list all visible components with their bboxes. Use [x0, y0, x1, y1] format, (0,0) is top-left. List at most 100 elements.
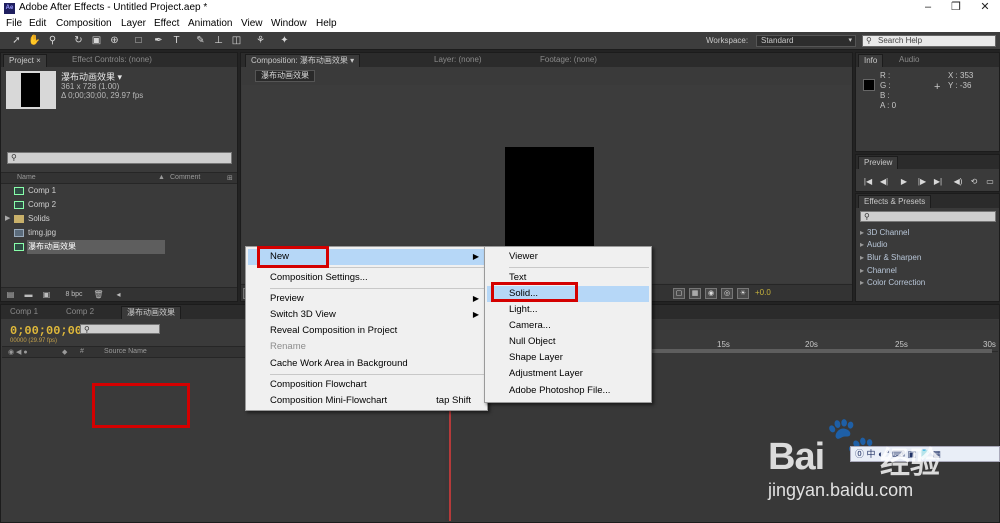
roto-brush-tool-icon[interactable]: ⚘ [254, 35, 267, 47]
ram-preview-icon[interactable]: ▭ [984, 177, 996, 186]
col-name[interactable]: Name [17, 174, 36, 181]
show-snapshot-icon[interactable]: ◎ [721, 288, 733, 299]
tab-layer[interactable]: Layer: (none) [429, 54, 487, 67]
next-frame-icon[interactable]: |▶ [916, 177, 928, 186]
menu-item-shape-layer[interactable]: Shape Layer [487, 350, 649, 366]
comp-navigator-chip[interactable]: 瀑布动画效果 [255, 70, 315, 82]
last-frame-icon[interactable]: ▶| [932, 177, 944, 186]
tab-composition[interactable]: Composition: 瀑布动画效果 ▾ [245, 54, 361, 67]
visibility-icon[interactable]: ◉ ◀ ● [8, 348, 28, 356]
search-help-input[interactable]: ⚲ Search Help [862, 35, 996, 47]
list-item-selected[interactable]: 瀑布动画效果 [1, 240, 237, 254]
menu-item-composition-mini-flowchart[interactable]: Composition Mini-Flowchart tap Shift [248, 393, 485, 409]
tab-active-comp[interactable]: 瀑布动画效果 [121, 306, 181, 319]
transparency-grid-icon[interactable]: ▦ [689, 288, 701, 299]
col-source-name[interactable]: Source Name [104, 348, 147, 355]
list-item[interactable]: timg.jpg [1, 226, 237, 240]
current-time[interactable]: 0;00;00;00 [10, 324, 82, 338]
selection-tool-icon[interactable]: ➚ [10, 35, 23, 47]
menu-composition[interactable]: Composition [56, 18, 112, 29]
loop-icon[interactable]: ⟲ [968, 177, 980, 186]
menu-edit[interactable]: Edit [29, 18, 46, 29]
tab-comp-1[interactable]: Comp 1 [5, 306, 43, 319]
new-folder-icon[interactable]: ▬ [23, 290, 34, 300]
menu-item-camera[interactable]: Camera... [487, 318, 649, 334]
menu-item-composition-flowchart[interactable]: Composition Flowchart [248, 377, 485, 393]
rectangle-tool-icon[interactable]: □ [132, 35, 145, 47]
list-item[interactable]: ▶ Solids [1, 212, 237, 226]
close-icon[interactable]: × [36, 56, 41, 65]
menu-animation[interactable]: Animation [188, 18, 232, 29]
effects-search-input[interactable]: ⚲ [860, 211, 996, 222]
timeline-search-input[interactable]: ⚲ [80, 324, 160, 334]
menu-file[interactable]: File [6, 18, 22, 29]
ruler-tick: 30s [983, 340, 996, 349]
tab-effects-presets[interactable]: Effects & Presets [858, 195, 932, 208]
workspace-select[interactable]: Standard ▾ [756, 35, 856, 47]
menu-item-adjustment-layer[interactable]: Adjustment Layer [487, 366, 649, 382]
tab-info[interactable]: Info [858, 54, 884, 67]
menu-effect[interactable]: Effect [154, 18, 179, 29]
menu-item-composition-settings[interactable]: Composition Settings... [248, 270, 485, 286]
menu-item-switch-3d-view[interactable]: Switch 3D View ▶ [248, 307, 485, 323]
expand-triangle-icon[interactable]: ▶ [5, 212, 10, 226]
menu-item-reveal-composition[interactable]: Reveal Composition in Project [248, 323, 485, 339]
rotate-tool-icon[interactable]: ↻ [72, 35, 85, 47]
first-frame-icon[interactable]: |◀ [862, 177, 874, 186]
effect-category[interactable]: ▸ Audio [860, 240, 887, 249]
col-comment[interactable]: Comment [170, 174, 200, 181]
exposure-value[interactable]: +0.0 [755, 288, 771, 297]
tab-project[interactable]: Project × [3, 54, 47, 67]
exposure-reset-icon[interactable]: ☀ [737, 288, 749, 299]
menu-layer[interactable]: Layer [121, 18, 146, 29]
effect-category[interactable]: ▸ Channel [860, 266, 897, 275]
menu-item-preview[interactable]: Preview ▶ [248, 291, 485, 307]
bpc-toggle[interactable]: 8 bpc [59, 290, 89, 300]
tab-footage[interactable]: Footage: (none) [535, 54, 602, 67]
menu-item-photoshop-file[interactable]: Adobe Photoshop File... [487, 383, 649, 399]
menu-help[interactable]: Help [316, 18, 337, 29]
tab-audio[interactable]: Audio [894, 54, 924, 67]
puppet-pin-tool-icon[interactable]: ✦ [278, 35, 291, 47]
eraser-tool-icon[interactable]: ◫ [230, 35, 243, 47]
menu-view[interactable]: View [241, 18, 263, 29]
menu-item-null-object[interactable]: Null Object [487, 334, 649, 350]
effect-category[interactable]: ▸ 3D Channel [860, 228, 909, 237]
trash-icon[interactable]: 🗑 [93, 290, 104, 300]
effect-category[interactable]: ▸ Blur & Sharpen [860, 253, 921, 262]
brush-tool-icon[interactable]: ✎ [194, 35, 207, 47]
label-icon[interactable]: ◆ [62, 348, 67, 356]
region-of-interest-icon[interactable]: ▢ [673, 288, 685, 299]
maximize-button[interactable]: ❐ [948, 1, 964, 14]
tab-comp-2[interactable]: Comp 2 [61, 306, 99, 319]
interpret-footage-icon[interactable]: ▤ [5, 290, 16, 300]
zoom-tool-icon[interactable]: ⚲ [46, 35, 59, 47]
flowchart-icon[interactable]: ⊞ [227, 174, 233, 182]
hand-tool-icon[interactable]: ✋ [28, 35, 41, 47]
menu-item-cache-work-area[interactable]: Cache Work Area in Background [248, 356, 485, 372]
scroll-left-icon[interactable]: ◂ [113, 290, 124, 300]
pen-tool-icon[interactable]: ✒ [152, 35, 165, 47]
camera-tool-icon[interactable]: ▣ [90, 35, 103, 47]
minimize-button[interactable]: – [920, 1, 936, 14]
menu-window[interactable]: Window [271, 18, 307, 29]
project-search-input[interactable]: ⚲ [7, 152, 232, 164]
previous-frame-icon[interactable]: ◀| [878, 177, 890, 186]
effect-category[interactable]: ▸ Color Correction [860, 278, 925, 287]
tab-effect-controls[interactable]: Effect Controls: (none) [67, 54, 157, 67]
tab-preview[interactable]: Preview [858, 156, 899, 169]
type-tool-icon[interactable]: T [170, 35, 183, 47]
clone-stamp-tool-icon[interactable]: ⊥ [212, 35, 225, 47]
list-item[interactable]: Comp 1 [1, 184, 237, 198]
pan-behind-tool-icon[interactable]: ⊕ [108, 35, 121, 47]
sort-icon[interactable]: ▲ [158, 174, 165, 181]
menu-item-viewer[interactable]: Viewer [487, 249, 649, 265]
play-icon[interactable]: ▶ [898, 177, 910, 186]
annotation-box-new [257, 246, 329, 268]
menu-item-light[interactable]: Light... [487, 302, 649, 318]
snapshot-icon[interactable]: ◉ [705, 288, 717, 299]
audio-icon[interactable]: ◀) [952, 177, 964, 186]
list-item[interactable]: Comp 2 [1, 198, 237, 212]
close-button[interactable]: ✕ [977, 1, 993, 14]
new-comp-icon[interactable]: ▣ [41, 290, 52, 300]
